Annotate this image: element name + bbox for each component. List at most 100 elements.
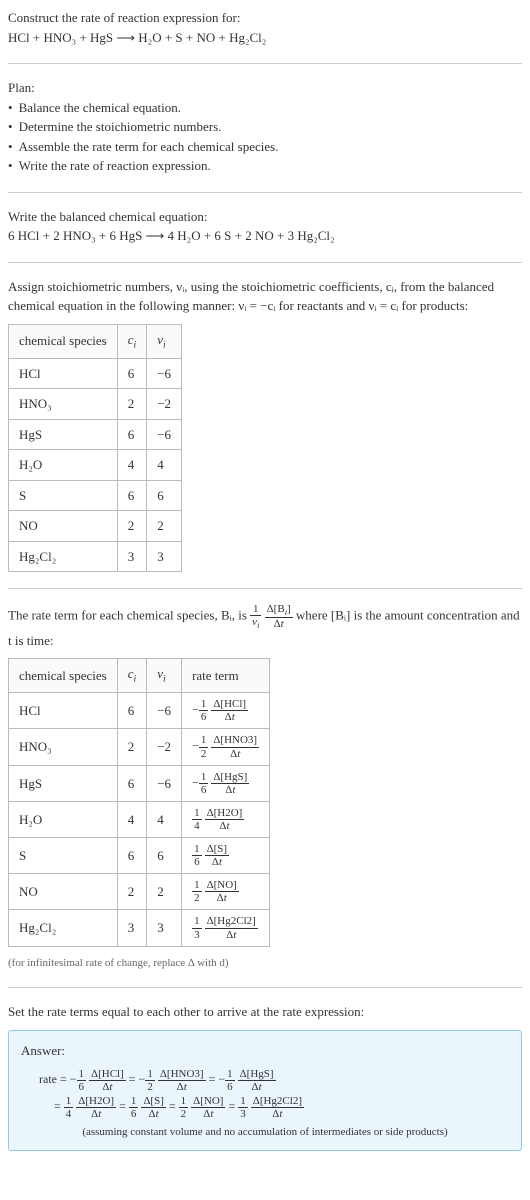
plan-section: Plan: Balance the chemical equation. Det… xyxy=(8,78,522,176)
intro-equation: HCl + HNO₃ + HgS ⟶ H₂O + S + NO + Hg₂Cl₂ xyxy=(8,28,522,48)
rateterm-note: (for infinitesimal rate of change, repla… xyxy=(8,955,522,972)
answer-note: (assuming constant volume and no accumul… xyxy=(21,1124,509,1141)
cell-species: HNO₃ xyxy=(9,729,118,765)
cell-c: 2 xyxy=(117,511,147,542)
table-header-row: chemical species ci νi rate term xyxy=(9,659,270,693)
col-ci: ci xyxy=(117,659,147,693)
plan-list: Balance the chemical equation. Determine… xyxy=(8,98,522,176)
cell-rate: 16 Δ[S]Δt xyxy=(182,838,270,874)
cell-species: HgS xyxy=(9,765,118,801)
cell-v: 3 xyxy=(147,541,182,572)
plan-title: Plan: xyxy=(8,78,522,98)
cell-c: 4 xyxy=(117,801,147,837)
plan-item: Balance the chemical equation. xyxy=(8,98,522,118)
cell-c: 6 xyxy=(117,419,147,450)
table-header-row: chemical species ci νi xyxy=(9,324,182,358)
cell-c: 6 xyxy=(117,838,147,874)
plan-item: Write the rate of reaction expression. xyxy=(8,156,522,176)
cell-v: −6 xyxy=(147,693,182,729)
cell-c: 6 xyxy=(117,765,147,801)
final-section: Set the rate terms equal to each other t… xyxy=(8,1002,522,1151)
table-row: Hg₂Cl₂33 xyxy=(9,541,182,572)
cell-rate: 12 Δ[NO]Δt xyxy=(182,874,270,910)
answer-equation: rate = −16 Δ[HCl]Δt = −12 Δ[HNO3]Δt = −1… xyxy=(39,1066,509,1120)
stoich-table: chemical species ci νi HCl6−6HNO₃2−2HgS6… xyxy=(8,324,182,573)
table-row: HCl6−6−16 Δ[HCl]Δt xyxy=(9,693,270,729)
stoich-section: Assign stoichiometric numbers, νᵢ, using… xyxy=(8,277,522,573)
col-species: chemical species xyxy=(9,324,118,358)
cell-c: 2 xyxy=(117,729,147,765)
cell-species: S xyxy=(9,480,118,511)
cell-v: 2 xyxy=(147,511,182,542)
table-row: NO22 xyxy=(9,511,182,542)
cell-c: 2 xyxy=(117,389,147,420)
table-row: NO2212 Δ[NO]Δt xyxy=(9,874,270,910)
cell-species: HNO₃ xyxy=(9,389,118,420)
table-row: HNO₃2−2 xyxy=(9,389,182,420)
cell-v: −6 xyxy=(147,419,182,450)
cell-c: 4 xyxy=(117,450,147,481)
cell-rate: −16 Δ[HCl]Δt xyxy=(182,693,270,729)
stoich-intro: Assign stoichiometric numbers, νᵢ, using… xyxy=(8,277,522,316)
rateterm-intro-before: The rate term for each chemical species,… xyxy=(8,608,250,623)
intro-prompt: Construct the rate of reaction expressio… xyxy=(8,8,522,28)
divider xyxy=(8,262,522,263)
cell-v: −6 xyxy=(147,358,182,389)
col-vi: νi xyxy=(147,659,182,693)
cell-rate: 14 Δ[H2O]Δt xyxy=(182,801,270,837)
cell-species: Hg₂Cl₂ xyxy=(9,541,118,572)
rateterm-section: The rate term for each chemical species,… xyxy=(8,603,522,971)
cell-species: HCl xyxy=(9,358,118,389)
divider xyxy=(8,63,522,64)
cell-v: 4 xyxy=(147,801,182,837)
cell-species: Hg₂Cl₂ xyxy=(9,910,118,946)
cell-species: HCl xyxy=(9,693,118,729)
answer-label: Answer: xyxy=(21,1041,509,1061)
rateterm-frac-delta: Δ[Bi]Δt xyxy=(265,603,293,630)
divider xyxy=(8,192,522,193)
cell-v: −6 xyxy=(147,765,182,801)
cell-v: 4 xyxy=(147,450,182,481)
cell-v: −2 xyxy=(147,389,182,420)
balanced-section: Write the balanced chemical equation: 6 … xyxy=(8,207,522,246)
final-title: Set the rate terms equal to each other t… xyxy=(8,1002,522,1022)
col-species: chemical species xyxy=(9,659,118,693)
rateterm-intro: The rate term for each chemical species,… xyxy=(8,603,522,650)
cell-species: H₂O xyxy=(9,450,118,481)
cell-v: 3 xyxy=(147,910,182,946)
plan-item: Assemble the rate term for each chemical… xyxy=(8,137,522,157)
col-vi: νi xyxy=(147,324,182,358)
divider xyxy=(8,588,522,589)
cell-c: 6 xyxy=(117,693,147,729)
rateterm-frac-outer: 1νi xyxy=(250,603,261,630)
table-row: HCl6−6 xyxy=(9,358,182,389)
cell-v: 2 xyxy=(147,874,182,910)
cell-c: 6 xyxy=(117,480,147,511)
cell-species: S xyxy=(9,838,118,874)
balanced-title: Write the balanced chemical equation: xyxy=(8,207,522,227)
cell-v: 6 xyxy=(147,480,182,511)
intro-section: Construct the rate of reaction expressio… xyxy=(8,8,522,47)
cell-species: H₂O xyxy=(9,801,118,837)
col-ci: ci xyxy=(117,324,147,358)
table-row: Hg₂Cl₂3313 Δ[Hg2Cl2]Δt xyxy=(9,910,270,946)
cell-c: 3 xyxy=(117,541,147,572)
cell-c: 6 xyxy=(117,358,147,389)
cell-rate: −12 Δ[HNO3]Δt xyxy=(182,729,270,765)
rateterm-table: chemical species ci νi rate term HCl6−6−… xyxy=(8,658,270,947)
col-rate: rate term xyxy=(182,659,270,693)
plan-item: Determine the stoichiometric numbers. xyxy=(8,117,522,137)
cell-rate: 13 Δ[Hg2Cl2]Δt xyxy=(182,910,270,946)
answer-box: Answer: rate = −16 Δ[HCl]Δt = −12 Δ[HNO3… xyxy=(8,1030,522,1152)
table-row: S6616 Δ[S]Δt xyxy=(9,838,270,874)
table-row: HNO₃2−2−12 Δ[HNO3]Δt xyxy=(9,729,270,765)
table-row: HgS6−6−16 Δ[HgS]Δt xyxy=(9,765,270,801)
divider xyxy=(8,987,522,988)
cell-rate: −16 Δ[HgS]Δt xyxy=(182,765,270,801)
cell-v: 6 xyxy=(147,838,182,874)
table-row: H₂O4414 Δ[H2O]Δt xyxy=(9,801,270,837)
cell-c: 3 xyxy=(117,910,147,946)
table-row: H₂O44 xyxy=(9,450,182,481)
cell-species: NO xyxy=(9,511,118,542)
cell-species: HgS xyxy=(9,419,118,450)
